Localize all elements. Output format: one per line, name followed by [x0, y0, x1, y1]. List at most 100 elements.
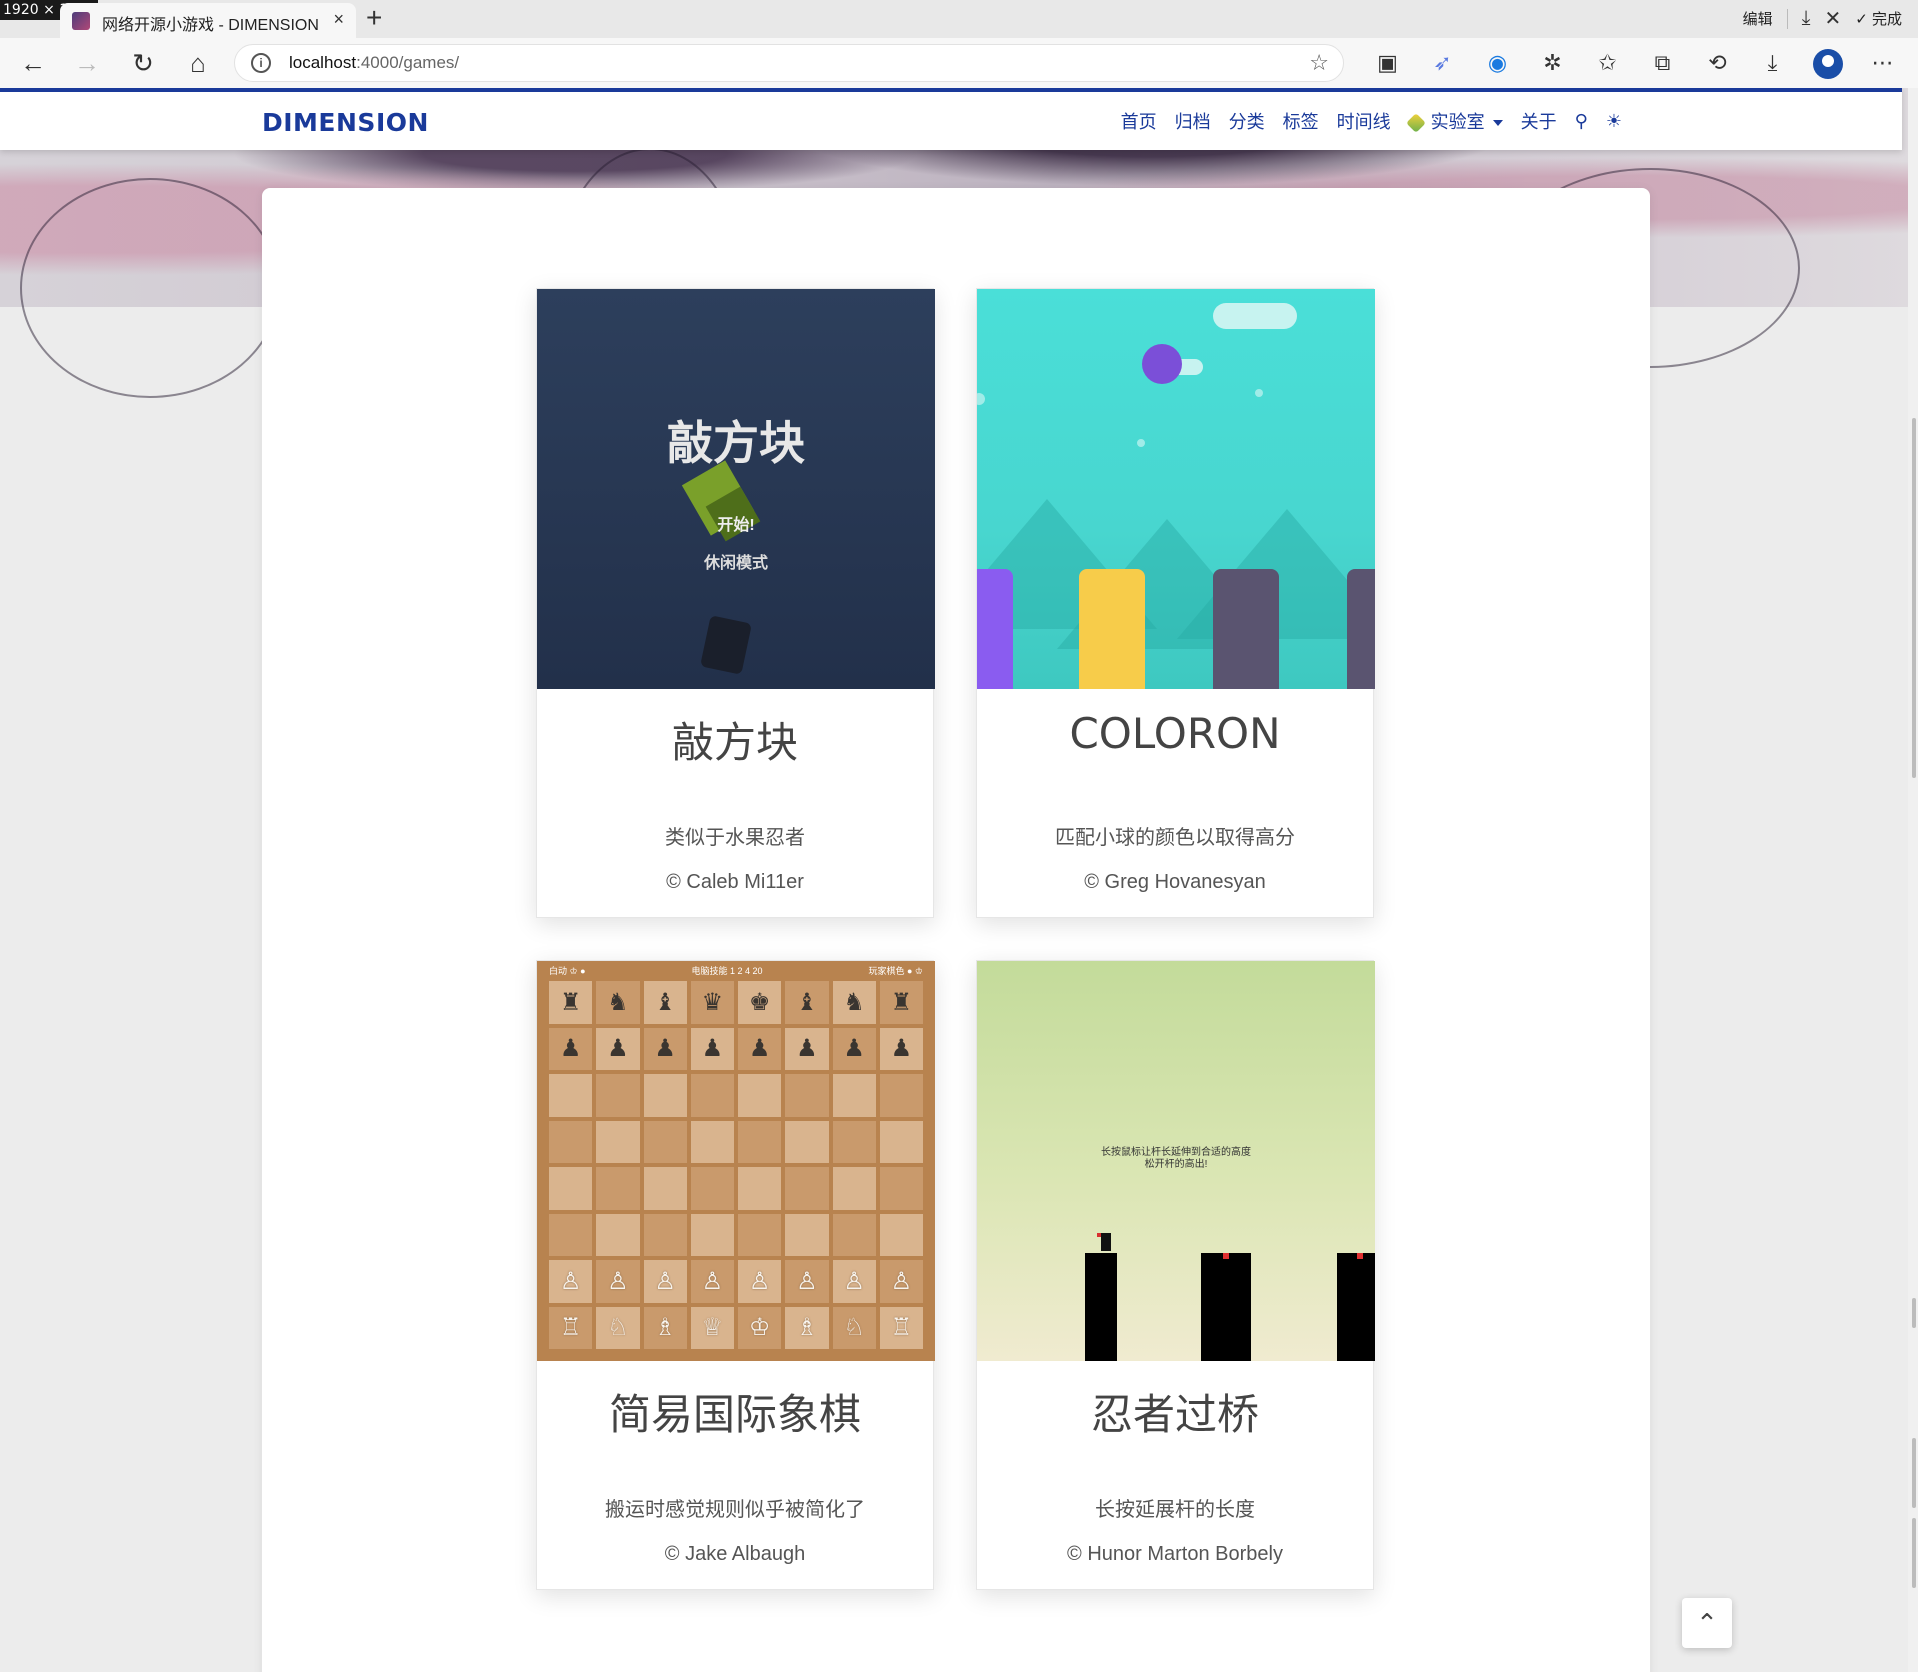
chess-square: [596, 1167, 640, 1210]
extension-blue-icon[interactable]: ◉: [1470, 44, 1525, 82]
collections-icon[interactable]: ⧉: [1635, 44, 1690, 82]
thumb-mode-label: 休闲模式: [703, 555, 768, 572]
chess-square: [879, 1213, 923, 1256]
chess-square: ♜: [879, 981, 923, 1024]
thumb-dot: [1137, 439, 1145, 447]
chess-square: ♝: [785, 981, 829, 1024]
chess-square: [549, 1074, 593, 1117]
nav-home[interactable]: 首页: [1121, 108, 1157, 134]
chess-square: ♙: [643, 1260, 687, 1303]
chess-square: [832, 1120, 876, 1163]
game-card[interactable]: 白动 ♔ ● 电脑技能 1 2 4 20 玩家棋色 ● ♔ ♜ ♞ ♝ ♛ ♚ ♝ ♞ ♜ ♟…: [536, 960, 935, 1590]
page-viewport: DIMENSION 首页 归档 分类 标签 时间线 实验室 关于 ⚲ ☀ 敲方块…: [0, 88, 1918, 1672]
game-title: 忍者过桥: [1090, 1390, 1259, 1439]
game-author: © Hunor Marton Borbely: [1067, 1543, 1283, 1565]
chess-square: ♛: [690, 981, 734, 1024]
nav-lab-label: 实验室: [1430, 112, 1485, 132]
thumb-pillar: [1079, 569, 1145, 689]
extension-bird-icon[interactable]: ➶: [1415, 44, 1470, 82]
chess-topbar-left: 白动 ♔ ●: [549, 966, 586, 976]
chess-square: [549, 1213, 593, 1256]
forward-arrow-icon[interactable]: →: [70, 46, 104, 80]
chess-square: ♖: [879, 1306, 923, 1349]
chess-square: [879, 1120, 923, 1163]
game-card[interactable]: COLORON 匹配小球的颜色以取得高分 © Greg Hovanesyan: [976, 288, 1375, 918]
chess-square: ♟: [832, 1027, 876, 1070]
game-thumbnail[interactable]: 白动 ♔ ● 电脑技能 1 2 4 20 玩家棋色 ● ♔ ♜ ♞ ♝ ♛ ♚ ♝ ♞ ♜ ♟…: [537, 961, 935, 1361]
add-favorite-icon[interactable]: ☆: [1309, 50, 1329, 76]
extension-game-icon[interactable]: ▣: [1360, 44, 1415, 82]
thumb-pillar: [1201, 1253, 1251, 1361]
download-icon[interactable]: ⤓: [1802, 7, 1811, 30]
chess-square: [596, 1074, 640, 1117]
game-card[interactable]: 敲方块 开始! 休闲模式 敲方块 类似于水果忍者 © Caleb Mi11er: [536, 288, 935, 918]
thumb-start-label: 开始!: [717, 517, 755, 534]
chess-square: [738, 1167, 782, 1210]
nav-archives[interactable]: 归档: [1175, 108, 1211, 134]
site-info-icon[interactable]: i: [251, 53, 271, 73]
game-thumbnail[interactable]: 长按鼠标让杆长延伸到合适的高度 松开杆的高出!: [977, 961, 1375, 1361]
thumb-dot: [977, 393, 985, 405]
game-thumbnail[interactable]: 敲方块 开始! 休闲模式: [537, 289, 935, 689]
thumb-cloud: [1213, 303, 1297, 329]
game-description: 匹配小球的颜色以取得高分: [1055, 827, 1295, 849]
chess-square: [738, 1213, 782, 1256]
chess-square: [785, 1120, 829, 1163]
chess-square: [549, 1167, 593, 1210]
nav-about[interactable]: 关于: [1521, 108, 1557, 134]
downloads-icon[interactable]: ⤓: [1745, 44, 1800, 82]
url-host: localhost: [289, 53, 357, 72]
game-author: © Caleb Mi11er: [666, 871, 804, 893]
url-input[interactable]: i localhost:4000/games/ ☆: [234, 44, 1344, 82]
edit-button[interactable]: 编辑: [1743, 8, 1773, 29]
chess-square: ♕: [690, 1306, 734, 1349]
scrollbar-thumb[interactable]: [1912, 418, 1916, 778]
thumb-rock: [700, 615, 752, 675]
browser-tab-active[interactable]: 网络开源小游戏 - DIMENSION ×: [60, 3, 356, 38]
new-tab-button[interactable]: +: [366, 2, 382, 34]
game-thumbnail[interactable]: [977, 289, 1375, 689]
chess-square: [785, 1167, 829, 1210]
chess-square: [785, 1213, 829, 1256]
chess-square: ♙: [596, 1260, 640, 1303]
nav-tags[interactable]: 标签: [1283, 108, 1319, 134]
thumb-title: 敲方块: [667, 417, 805, 469]
theme-toggle-icon[interactable]: ☀: [1606, 111, 1622, 132]
chess-square: [596, 1213, 640, 1256]
page-scrollbar[interactable]: [1908, 88, 1918, 1672]
chess-square: ♟: [785, 1027, 829, 1070]
favorites-icon[interactable]: ✩: [1580, 44, 1635, 82]
tab-close-icon[interactable]: ×: [333, 9, 344, 30]
done-button[interactable]: ✓ 完成: [1855, 8, 1902, 29]
done-label: 完成: [1871, 11, 1902, 28]
back-to-top-button[interactable]: ⌃: [1682, 1598, 1732, 1648]
thumb-pillar: [1085, 1253, 1117, 1361]
chess-square: [690, 1074, 734, 1117]
nav-categories[interactable]: 分类: [1229, 108, 1265, 134]
history-icon[interactable]: ⟲: [1690, 44, 1745, 82]
site-header: DIMENSION 首页 归档 分类 标签 时间线 实验室 关于 ⚲ ☀: [0, 88, 1902, 150]
nav-timeline[interactable]: 时间线: [1337, 108, 1391, 134]
extensions-puzzle-icon[interactable]: ✲: [1525, 44, 1580, 82]
game-card[interactable]: 长按鼠标让杆长延伸到合适的高度 松开杆的高出! 忍者过桥 长按延展杆的长度 © …: [976, 960, 1375, 1590]
search-icon[interactable]: ⚲: [1575, 111, 1588, 132]
thumb-hint: 长按鼠标让杆长延伸到合适的高度 松开杆的高出!: [977, 1147, 1375, 1171]
home-icon[interactable]: ⌂: [181, 46, 215, 80]
chess-square: ♗: [643, 1306, 687, 1349]
back-arrow-icon[interactable]: ←: [16, 46, 50, 80]
reload-icon[interactable]: ↻: [126, 46, 160, 80]
close-icon[interactable]: ✕: [1824, 6, 1841, 31]
chess-square: [643, 1167, 687, 1210]
profile-avatar[interactable]: [1800, 44, 1855, 82]
browser-tab-bar: 1920 × 1080 网络开源小游戏 - DIMENSION × + 编辑 ⤓…: [0, 0, 1918, 38]
site-brand[interactable]: DIMENSION: [262, 108, 429, 137]
thumb-hint-line: 长按鼠标让杆长延伸到合适的高度: [1101, 1147, 1251, 1158]
chess-square: [643, 1120, 687, 1163]
chess-square: ♖: [549, 1306, 593, 1349]
url-path: :4000/games/: [356, 53, 460, 72]
site-nav: 首页 归档 分类 标签 时间线 实验室 关于 ⚲ ☀: [1121, 108, 1622, 134]
chess-square: ♗: [785, 1306, 829, 1349]
more-menu-icon[interactable]: ⋯: [1855, 44, 1910, 82]
chess-topbar-right: 玩家棋色 ● ♔: [868, 966, 923, 976]
nav-lab-dropdown[interactable]: 实验室: [1405, 108, 1503, 134]
